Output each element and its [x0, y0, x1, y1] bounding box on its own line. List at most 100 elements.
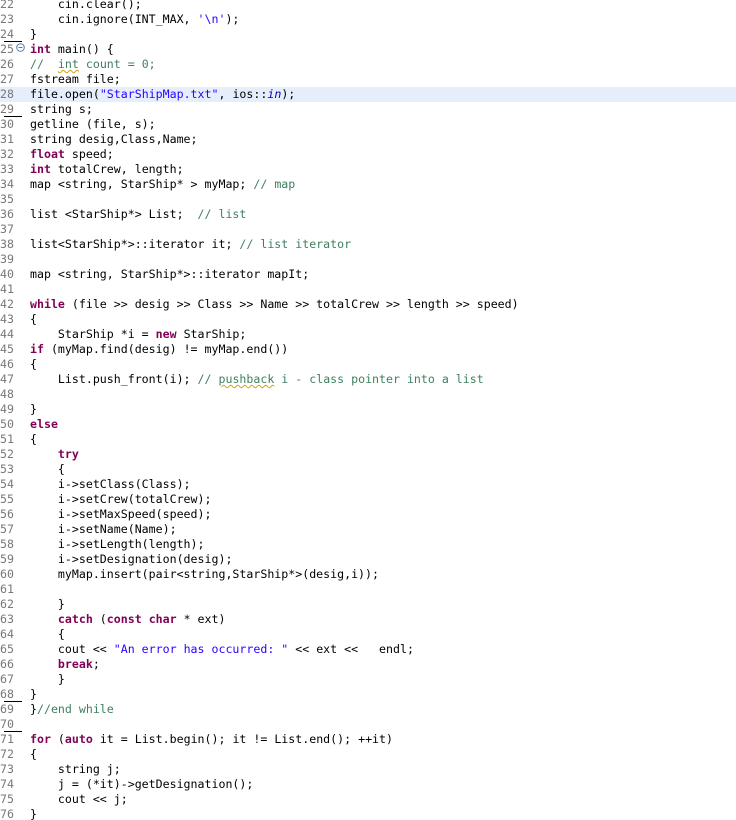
code-line[interactable]: 33 int totalCrew, length; — [0, 162, 736, 177]
code-line[interactable]: 76} — [0, 807, 736, 820]
line-number: 60 — [0, 567, 14, 581]
code-line[interactable]: 40 map <string, StarShip*>::iterator mapI… — [0, 267, 736, 282]
code-line[interactable]: 66 break; — [0, 657, 736, 672]
code-text: { — [30, 312, 37, 326]
code-text: i->setMaxSpeed(speed); — [30, 507, 212, 521]
code-line[interactable]: 46 { — [0, 357, 736, 372]
code-text: string desig,Class,Name; — [30, 132, 198, 146]
code-text: { — [30, 357, 37, 371]
code-line[interactable]: 60 myMap.insert(pair<string,StarShip*>(d… — [0, 567, 736, 582]
collapse-minus-icon[interactable] — [16, 43, 25, 52]
line-number: 24 — [0, 27, 14, 41]
code-line[interactable]: 30 getline (file, s); — [0, 117, 736, 132]
code-line[interactable]: 44 StarShip *i = new StarShip; — [0, 327, 736, 342]
code-line[interactable]: 42 while (file >> desig >> Class >> Name … — [0, 297, 736, 312]
code-line[interactable]: 47 List.push_front(i); // pushback i - c… — [0, 372, 736, 387]
line-number: 49 — [0, 402, 14, 416]
code-text: { — [30, 747, 37, 761]
line-number: 27 — [0, 72, 14, 86]
line-number: 65 — [0, 642, 14, 656]
line-number: 67 — [0, 672, 14, 686]
code-line[interactable]: 38 list<StarShip*>::iterator it; // list … — [0, 237, 736, 252]
code-line[interactable]: 35 — [0, 192, 736, 207]
code-line[interactable]: 32 float speed; — [0, 147, 736, 162]
line-number: 22 — [0, 0, 14, 11]
code-line[interactable]: 24} — [0, 27, 736, 42]
line-number: 29 — [0, 102, 14, 116]
line-number: 59 — [0, 552, 14, 566]
line-number: 33 — [0, 162, 14, 176]
code-line[interactable]: 50 else — [0, 417, 736, 432]
code-line[interactable]: 62 } — [0, 597, 736, 612]
code-text: int totalCrew, length; — [30, 162, 184, 176]
code-line[interactable]: 69}//end while — [0, 702, 736, 717]
code-line[interactable]: 65 cout << "An error has occurred: " << … — [0, 642, 736, 657]
code-line[interactable]: 74 j = (*it)->getDesignation(); — [0, 777, 736, 792]
code-line[interactable]: 73 string j; — [0, 762, 736, 777]
line-number: 39 — [0, 252, 14, 266]
code-line[interactable]: 22 cin.clear(); — [0, 0, 736, 12]
code-line[interactable]: 23 cin.ignore(INT_MAX, '\n'); — [0, 12, 736, 27]
code-text: float speed; — [30, 147, 114, 161]
code-text: else — [30, 417, 58, 431]
code-line[interactable]: 63 catch (const char * ext) — [0, 612, 736, 627]
code-line[interactable]: 29 string s; — [0, 102, 736, 117]
code-line[interactable]: 26 // int count = 0; — [0, 57, 736, 72]
code-text: i->setCrew(totalCrew); — [30, 492, 212, 506]
code-line[interactable]: 31 string desig,Class,Name; — [0, 132, 736, 147]
code-line[interactable]: 28 file.open("StarShipMap.txt", ios::in); — [0, 87, 736, 102]
code-line[interactable]: 75 cout << j; — [0, 792, 736, 807]
code-text: if (myMap.find(desig) != myMap.end()) — [30, 342, 289, 356]
line-number: 48 — [0, 387, 14, 401]
code-line[interactable]: 71 for (auto it = List.begin(); it != Lis… — [0, 732, 736, 747]
line-number: 47 — [0, 372, 14, 386]
code-line[interactable]: 45 if (myMap.find(desig) != myMap.end()) — [0, 342, 736, 357]
code-line[interactable]: 51 { — [0, 432, 736, 447]
code-line[interactable]: 48 — [0, 387, 736, 402]
code-line[interactable]: 36 list <StarShip*> List; // list — [0, 207, 736, 222]
code-line[interactable]: 49} — [0, 402, 736, 417]
code-text: } — [30, 807, 37, 820]
line-number: 37 — [0, 222, 14, 236]
code-text: map <string, StarShip*>::iterator mapIt; — [30, 267, 310, 281]
code-line[interactable]: 59 i->setDesignation(desig); — [0, 552, 736, 567]
code-line[interactable]: 55 i->setCrew(totalCrew); — [0, 492, 736, 507]
code-text: List.push_front(i); // pushback i - clas… — [30, 372, 484, 386]
code-text: string j; — [30, 762, 121, 776]
code-line[interactable]: 43 { — [0, 312, 736, 327]
code-line[interactable]: 53 { — [0, 462, 736, 477]
line-number: 28 — [0, 87, 14, 101]
code-line[interactable]: 67 } — [0, 672, 736, 687]
code-line[interactable]: 68} — [0, 687, 736, 702]
line-number: 62 — [0, 597, 14, 611]
code-line[interactable]: 25 int main() { — [0, 42, 736, 57]
line-number: 32 — [0, 147, 14, 161]
code-text: i->setDesignation(desig); — [30, 552, 233, 566]
line-number: 38 — [0, 237, 14, 251]
code-line[interactable]: 54 i->setClass(Class); — [0, 477, 736, 492]
line-number: 73 — [0, 762, 14, 776]
code-line[interactable]: 64 { — [0, 627, 736, 642]
line-number: 74 — [0, 777, 14, 791]
code-line[interactable]: 57 i->setName(Name); — [0, 522, 736, 537]
code-line[interactable]: 27 fstream file; — [0, 72, 736, 87]
code-text: getline (file, s); — [30, 117, 156, 131]
code-line[interactable]: 52 try — [0, 447, 736, 462]
code-line[interactable]: 70 — [0, 717, 736, 732]
code-line[interactable]: 41 — [0, 282, 736, 297]
code-text: cout << "An error has occurred: " << ext… — [30, 642, 414, 656]
code-text: int main() { — [30, 42, 114, 56]
code-text: } — [30, 687, 37, 701]
line-number: 72 — [0, 747, 14, 761]
code-editor[interactable]: 22 cin.clear(); 23 cin.ignore(INT_MAX, '\… — [0, 0, 736, 820]
line-number: 26 — [0, 57, 14, 71]
code-line[interactable]: 61 — [0, 582, 736, 597]
code-text: } — [30, 27, 37, 41]
code-line[interactable]: 39 — [0, 252, 736, 267]
code-line[interactable]: 72 { — [0, 747, 736, 762]
code-line[interactable]: 58 i->setLength(length); — [0, 537, 736, 552]
code-line[interactable]: 34 map <string, StarShip* > myMap; // map — [0, 177, 736, 192]
code-line[interactable]: 37 — [0, 222, 736, 237]
code-text: i->setClass(Class); — [30, 477, 191, 491]
code-line[interactable]: 56 i->setMaxSpeed(speed); — [0, 507, 736, 522]
